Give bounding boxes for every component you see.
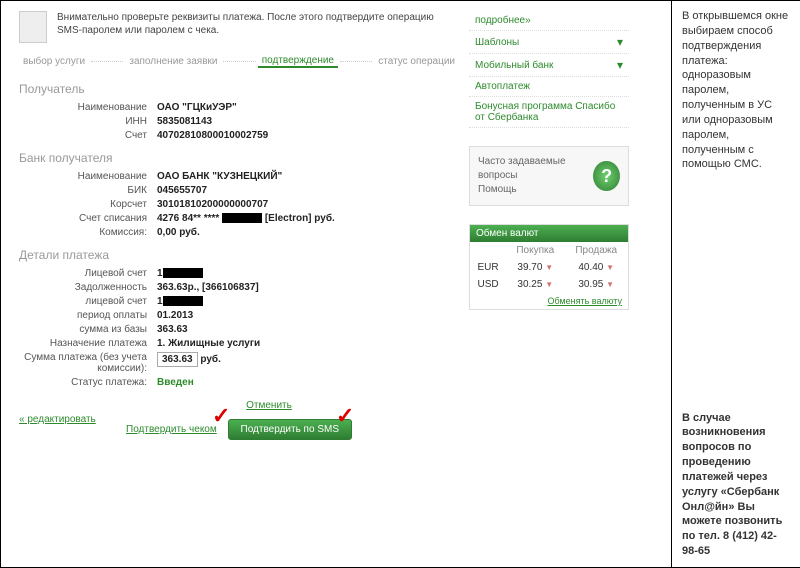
account1: 1 [157,268,203,279]
section-bank: Банк получателя [19,151,459,165]
cancel-link[interactable]: Отменить [246,400,292,411]
lbl: Сумма платежа (без учета комиссии): [19,352,157,374]
lbl: Счет списания [19,213,157,224]
sidebar-autopay[interactable]: Автоплатеж [469,77,629,97]
bank-korr: 30101810200000000707 [157,199,268,210]
table-row: USD30.25 ▼30.95 ▼ [470,276,628,293]
purpose: 1. Жилищные услуги [157,338,260,349]
faq-box[interactable]: Часто задаваемые вопросыПомощь ? [469,146,629,206]
chevron-down-icon: ▾ [617,35,623,49]
lbl: сумма из базы [19,324,157,335]
lbl: Назначение платежа [19,338,157,349]
section-details: Детали платежа [19,248,459,262]
arrow-down-icon: ▼ [545,280,553,289]
exchange-link[interactable]: Обменять валюту [470,293,628,309]
question-icon: ? [593,161,620,191]
confirm-cheque-link[interactable]: Подтвердить чеком [126,424,217,435]
step-4: статус операции [374,56,459,67]
lbl: Счет [19,130,157,141]
help-label: Помощь [478,183,593,197]
lbl: ИНН [19,116,157,127]
redacted-icon [222,213,262,223]
arrow-down-icon: ▼ [606,280,614,289]
period: 01.2013 [157,310,193,321]
lbl: Наименование [19,102,157,113]
instruction-bottom: В случае возникновения вопросов по прове… [682,411,791,559]
edit-link[interactable]: « редактировать [19,414,96,425]
lbl: БИК [19,185,157,196]
lbl: период оплаты [19,310,157,321]
base-sum: 363.63 [157,324,188,335]
lbl: Статус платежа: [19,377,157,388]
lbl: Наименование [19,171,157,182]
debt: 363.63р., [366106837] [157,282,259,293]
lbl: Лицевой счет [19,268,157,279]
step-2: заполнение заявки [125,56,221,67]
account2: 1 [157,296,203,307]
sidebar-bonus[interactable]: Бонусная программа Спасибо от Сбербанка [469,97,629,128]
lbl: Задолженность [19,282,157,293]
instruction-top: В открывшемся окне выбираем способ подтв… [682,9,791,172]
currency-header: Обмен валют [470,225,628,242]
status: Введен [157,377,194,388]
recipient-name: ОАО "ГЦКиУЭР" [157,102,237,113]
sidebar-mobile-bank[interactable]: Мобильный банк▾ [469,54,629,77]
lbl: Комиссия: [19,227,157,238]
table-row: EUR39.70 ▼40.40 ▼ [470,259,628,276]
sidebar-more[interactable]: подробнее» [469,11,629,31]
step-3: подтверждение [258,55,338,68]
section-recipient: Получатель [19,82,459,96]
bank-name: ОАО БАНК "КУЗНЕЦКИЙ" [157,171,282,182]
lbl: лицевой счет [19,296,157,307]
arrow-down-icon: ▼ [606,263,614,272]
step-1: выбор услуги [19,56,89,67]
col-buy: Покупка [506,242,564,259]
bank-bik: 045655707 [157,185,207,196]
amount: 363.63 руб. [157,352,221,374]
lbl: Корсчет [19,199,157,210]
col-sell: Продажа [564,242,628,259]
chevron-down-icon: ▾ [617,58,623,72]
notice-text: Внимательно проверьте реквизиты платежа.… [57,11,459,37]
confirm-sms-button[interactable]: Подтвердить по SMS [228,419,352,440]
redacted-icon [163,296,203,306]
fee: 0,00 руб. [157,227,200,238]
arrow-down-icon: ▼ [545,263,553,272]
recipient-acct: 40702810800010002759 [157,130,268,141]
redacted-icon [163,268,203,278]
recipient-inn: 5835081143 [157,116,212,127]
step-bar: выбор услуги заполнение заявки подтвержд… [19,55,459,68]
faq-label: Часто задаваемые вопросы [478,155,593,183]
card-number: 4276 84** **** [Electron] руб. [157,213,335,224]
receipt-icon [19,11,47,43]
currency-table: ПокупкаПродажа EUR39.70 ▼40.40 ▼ USD30.2… [470,242,628,293]
sidebar-templates[interactable]: Шаблоны▾ [469,31,629,54]
